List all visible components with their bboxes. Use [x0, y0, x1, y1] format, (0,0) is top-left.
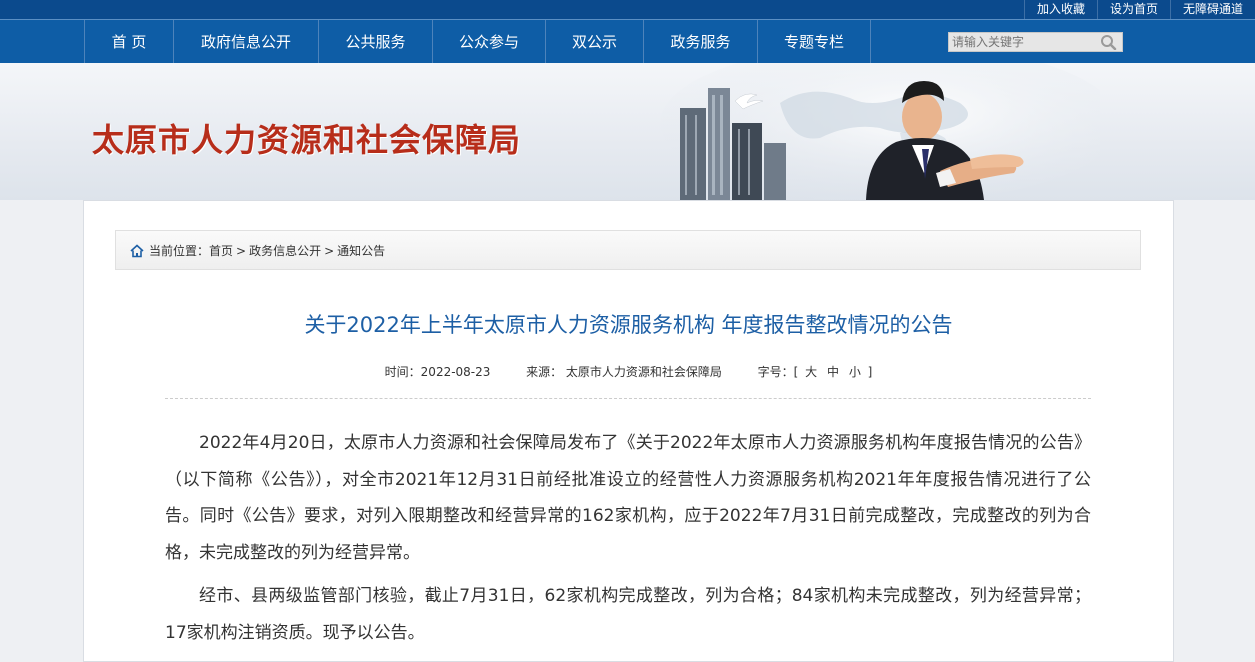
publish-time: 2022-08-23 — [420, 365, 491, 379]
breadcrumb-prefix: 当前位置： — [149, 244, 210, 258]
accessibility-link[interactable]: 无障碍通道 — [1169, 0, 1255, 19]
article-paragraph: 经市、县两级监管部门核验，截止7月31日，62家机构完成整改，列为合格；84家机… — [165, 586, 1091, 643]
site-title: 太原市人力资源和社会保障局 — [92, 121, 522, 159]
article-meta: 时间：2022-08-23 来源： 太原市人力资源和社会保障局 字号：[ 大 中… — [84, 363, 1173, 380]
breadcrumb-home[interactable]: 首页 — [209, 231, 233, 271]
content-panel: 当前位置： 首页 > 政务信息公开 > 通知公告 关于2022年上半年太原市人力… — [83, 200, 1174, 662]
breadcrumb-separator: > — [324, 244, 335, 258]
nav-item-public-service[interactable]: 公共服务 — [319, 20, 433, 64]
nav-items: 首 页 政府信息公开 公共服务 公众参与 双公示 政务服务 专题专栏 — [84, 20, 871, 64]
fontsize-label: 字号： — [757, 365, 794, 379]
nav-item-double-publicity[interactable]: 双公示 — [546, 20, 644, 64]
search-icon[interactable] — [1100, 34, 1118, 51]
fontsize-bracket-close: ] — [867, 365, 873, 379]
nav-item-gov-service[interactable]: 政务服务 — [644, 20, 758, 64]
meta-divider — [165, 398, 1091, 399]
breadcrumb-notices[interactable]: 通知公告 — [337, 231, 385, 271]
set-homepage-link[interactable]: 设为首页 — [1096, 0, 1170, 19]
add-favorite-link[interactable]: 加入收藏 — [1023, 0, 1097, 19]
top-utility-bar: 加入收藏 设为首页 无障碍通道 — [0, 0, 1255, 19]
main-nav: 首 页 政府信息公开 公共服务 公众参与 双公示 政务服务 专题专栏 — [0, 19, 1255, 64]
article-source: 太原市人力资源和社会保障局 — [565, 365, 722, 379]
fontsize-large-button[interactable]: 大 — [805, 365, 817, 379]
banner-illustration — [660, 63, 1100, 200]
article-paragraph: 2022年4月20日，太原市人力资源和社会保障局发布了《关于2022年太原市人力… — [165, 433, 1091, 563]
article-title: 关于2022年上半年太原市人力资源服务机构 年度报告整改情况的公告 — [304, 313, 953, 337]
home-icon — [130, 244, 144, 258]
fontsize-bracket-open: [ — [793, 365, 799, 379]
search-box — [948, 32, 1123, 52]
nav-item-home[interactable]: 首 页 — [84, 20, 174, 64]
time-label: 时间： — [384, 365, 421, 379]
top-links: 加入收藏 设为首页 无障碍通道 — [1023, 0, 1255, 19]
fontsize-medium-button[interactable]: 中 — [827, 365, 839, 379]
fontsize-small-button[interactable]: 小 — [849, 365, 861, 379]
nav-item-special-topics[interactable]: 专题专栏 — [758, 20, 871, 64]
breadcrumb: 当前位置： 首页 > 政务信息公开 > 通知公告 — [115, 230, 1141, 270]
nav-item-gov-info[interactable]: 政府信息公开 — [174, 20, 319, 64]
site-banner: 太原市人力资源和社会保障局 — [0, 63, 1255, 200]
breadcrumb-separator: > — [236, 244, 247, 258]
nav-item-participation[interactable]: 公众参与 — [433, 20, 546, 64]
article-body: 2022年4月20日，太原市人力资源和社会保障局发布了《关于2022年太原市人力… — [165, 425, 1091, 658]
breadcrumb-gov-info[interactable]: 政务信息公开 — [249, 231, 321, 271]
source-label: 来源： — [526, 365, 563, 379]
search-input[interactable] — [949, 33, 1100, 51]
breadcrumb-row: 当前位置： 首页 > 政务信息公开 > 通知公告 — [130, 231, 385, 271]
